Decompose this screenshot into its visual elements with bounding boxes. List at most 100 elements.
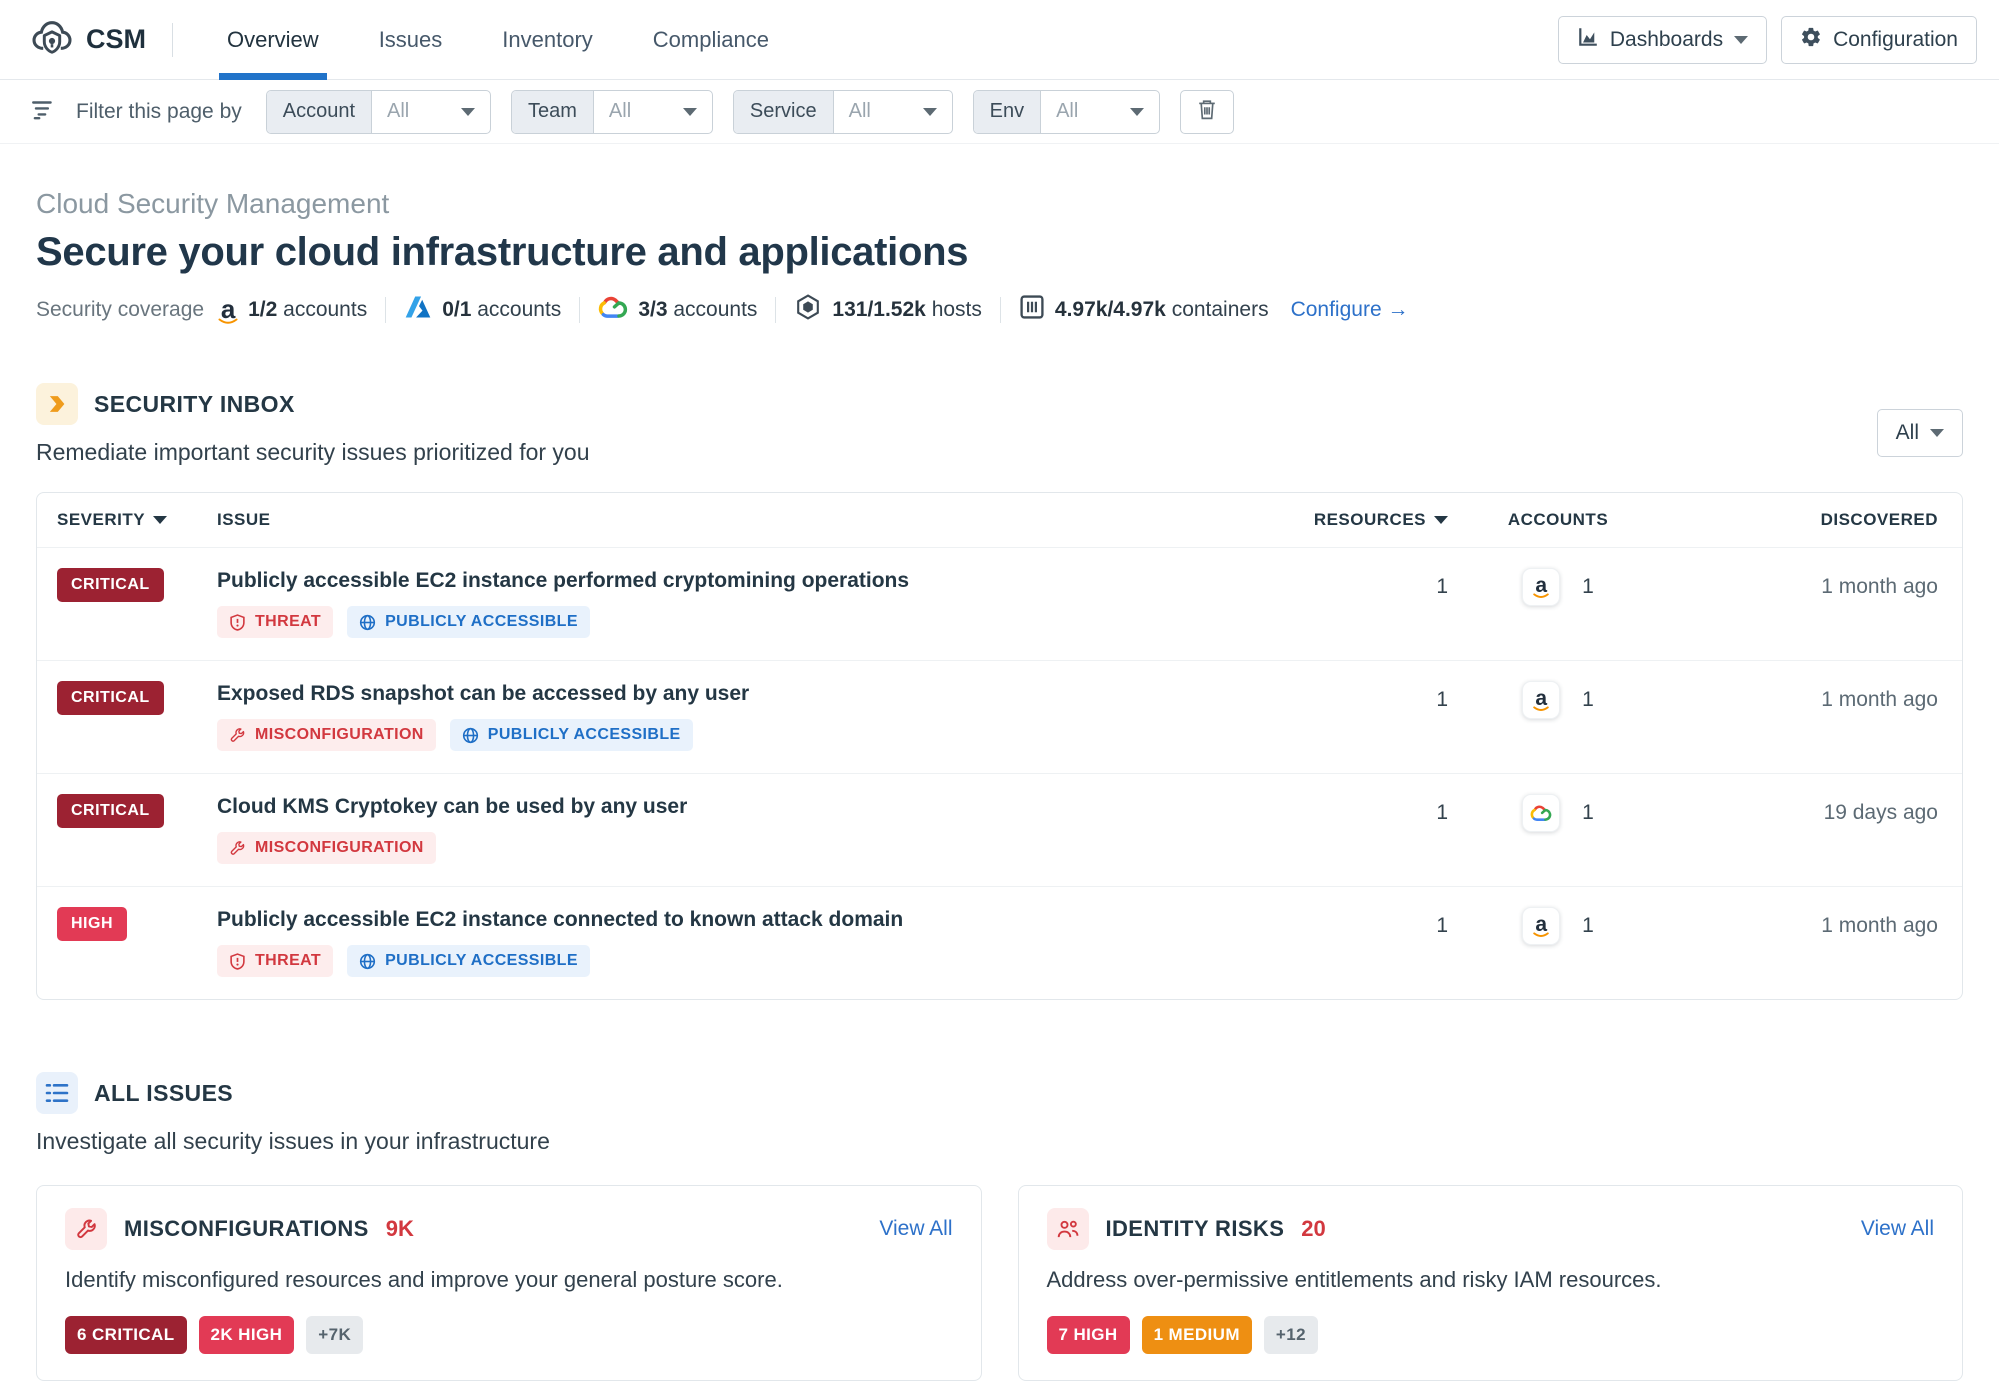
- more-count-badge: +12: [1264, 1316, 1318, 1354]
- dashboards-button[interactable]: Dashboards: [1558, 16, 1767, 64]
- card-description: Identify misconfigured resources and imp…: [65, 1266, 953, 1294]
- gcp-account-icon: [1522, 794, 1560, 832]
- identity-risks-card: IDENTITY RISKS 20 View All Address over-…: [1018, 1185, 1964, 1381]
- tab-issues[interactable]: Issues: [349, 0, 473, 80]
- app-logo: CSM: [30, 15, 146, 64]
- filter-team-value: All: [609, 100, 631, 123]
- table-header: SEVERITY ISSUE RESOURCES ACCOUNTS DISCOV…: [37, 493, 1962, 547]
- aws-account-icon: a: [1522, 907, 1560, 945]
- security-inbox-table: SEVERITY ISSUE RESOURCES ACCOUNTS DISCOV…: [36, 492, 1963, 1000]
- host-hexagon-icon: [794, 293, 822, 327]
- column-issue: ISSUE: [217, 510, 1328, 530]
- card-description: Address over-permissive entitlements and…: [1047, 1266, 1935, 1294]
- aws-icon: a: [218, 296, 238, 325]
- chevron-down-icon: [1734, 36, 1748, 44]
- view-all-link[interactable]: View All: [1861, 1217, 1934, 1241]
- severity-badge: CRITICAL: [57, 568, 164, 602]
- security-inbox-subtitle: Remediate important security issues prio…: [36, 439, 1963, 466]
- tab-overview[interactable]: Overview: [197, 0, 349, 80]
- tag-threat[interactable]: THREAT: [217, 945, 333, 977]
- filter-env-value: All: [1056, 100, 1078, 123]
- chevron-down-icon: [1930, 429, 1944, 437]
- column-accounts: ACCOUNTS: [1448, 510, 1668, 530]
- filter-service-value: All: [849, 100, 871, 123]
- gear-icon: [1800, 26, 1822, 54]
- medium-count-badge: 1 MEDIUM: [1142, 1316, 1252, 1354]
- sort-desc-icon: [153, 516, 167, 524]
- chevron-down-icon: [923, 108, 937, 116]
- chevron-down-icon: [1130, 108, 1144, 116]
- tab-inventory[interactable]: Inventory: [472, 0, 623, 80]
- filter-team-name: Team: [512, 91, 594, 133]
- card-title: IDENTITY RISKS: [1106, 1216, 1285, 1242]
- coverage-label: Security coverage: [36, 298, 204, 322]
- issue-cards-grid: MISCONFIGURATIONS 9K View All Identify m…: [36, 1185, 1963, 1397]
- coverage-gcp: 3/3 accounts: [598, 295, 757, 325]
- coverage-aws: a 1/2 accounts: [218, 296, 367, 325]
- card-title: MISCONFIGURATIONS: [124, 1216, 369, 1242]
- filter-env[interactable]: Env All: [973, 90, 1160, 134]
- filter-service[interactable]: Service All: [733, 90, 953, 134]
- configure-link[interactable]: Configure →: [1291, 298, 1409, 322]
- card-count: 20: [1301, 1216, 1325, 1242]
- azure-icon: [404, 293, 432, 327]
- tag-publicly-accessible[interactable]: PUBLICLY ACCESSIBLE: [450, 719, 693, 751]
- filter-bar-label: Filter this page by: [76, 100, 242, 124]
- nav-divider: [172, 23, 173, 57]
- accounts-count: 1: [1582, 907, 1594, 945]
- security-inbox-icon: [36, 383, 78, 425]
- configuration-button[interactable]: Configuration: [1781, 16, 1977, 64]
- resources-count: 1: [1328, 568, 1448, 600]
- divider: [579, 297, 580, 323]
- column-severity[interactable]: SEVERITY: [57, 510, 217, 530]
- issue-row[interactable]: HIGH Publicly accessible EC2 instance co…: [37, 886, 1962, 999]
- tag-publicly-accessible[interactable]: PUBLICLY ACCESSIBLE: [347, 945, 590, 977]
- divider: [385, 297, 386, 323]
- issue-row[interactable]: CRITICAL Publicly accessible EC2 instanc…: [37, 547, 1962, 660]
- configuration-label: Configuration: [1833, 28, 1958, 52]
- severity-badge: HIGH: [57, 907, 127, 941]
- tag-misconfiguration[interactable]: MISCONFIGURATION: [217, 719, 436, 751]
- divider: [1000, 297, 1001, 323]
- clear-filters-button[interactable]: [1180, 90, 1234, 134]
- inbox-filter-dropdown[interactable]: All: [1877, 409, 1963, 457]
- aws-account-icon: a: [1522, 681, 1560, 719]
- issue-title: Publicly accessible EC2 instance perform…: [217, 568, 1328, 594]
- column-resources[interactable]: RESOURCES: [1328, 510, 1448, 530]
- tab-compliance[interactable]: Compliance: [623, 0, 799, 80]
- tag-threat[interactable]: THREAT: [217, 606, 333, 638]
- view-all-link[interactable]: View All: [879, 1217, 952, 1241]
- issue-row[interactable]: CRITICAL Exposed RDS snapshot can be acc…: [37, 660, 1962, 773]
- security-coverage-row: Security coverage a 1/2 accounts 0/1 acc…: [36, 293, 1963, 327]
- page-eyebrow: Cloud Security Management: [36, 188, 1963, 220]
- filter-account-name: Account: [267, 91, 372, 133]
- filter-account-value: All: [387, 100, 409, 123]
- more-count-badge: +7K: [306, 1316, 363, 1354]
- accounts-count: 1: [1582, 568, 1594, 606]
- aws-account-icon: a: [1522, 568, 1560, 606]
- high-count-badge: 2K HIGH: [199, 1316, 295, 1354]
- filter-account[interactable]: Account All: [266, 90, 491, 134]
- resources-count: 1: [1328, 681, 1448, 713]
- discovered-date: 1 month ago: [1668, 907, 1938, 939]
- sort-desc-icon: [1434, 516, 1448, 524]
- list-icon: [36, 1072, 78, 1114]
- resources-count: 1: [1328, 794, 1448, 826]
- accounts-count: 1: [1582, 681, 1594, 719]
- wrench-icon: [65, 1208, 107, 1250]
- discovered-date: 19 days ago: [1668, 794, 1938, 826]
- coverage-azure: 0/1 accounts: [404, 293, 561, 327]
- card-count: 9K: [386, 1216, 414, 1242]
- issue-title: Exposed RDS snapshot can be accessed by …: [217, 681, 1328, 707]
- inbox-filter-value: All: [1896, 421, 1919, 445]
- resources-count: 1: [1328, 907, 1448, 939]
- accounts-count: 1: [1582, 794, 1594, 832]
- filter-bar: Filter this page by Account All Team All…: [0, 80, 1999, 144]
- tag-publicly-accessible[interactable]: PUBLICLY ACCESSIBLE: [347, 606, 590, 638]
- divider: [775, 297, 776, 323]
- issue-row[interactable]: CRITICAL Cloud KMS Cryptokey can be used…: [37, 773, 1962, 886]
- tag-misconfiguration[interactable]: MISCONFIGURATION: [217, 832, 436, 864]
- column-discovered: DISCOVERED: [1668, 510, 1938, 530]
- issue-title: Publicly accessible EC2 instance connect…: [217, 907, 1328, 933]
- filter-team[interactable]: Team All: [511, 90, 713, 134]
